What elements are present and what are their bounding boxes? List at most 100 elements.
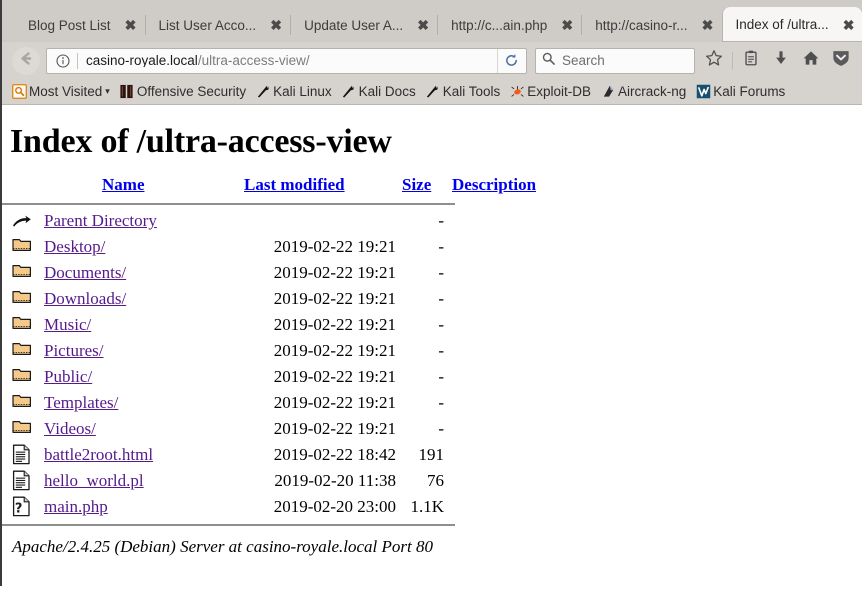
link-documents[interactable]: Documents/: [44, 263, 126, 282]
row-desc-cell: [448, 286, 536, 312]
tab-list-user-accounts[interactable]: List User Acco... ✖: [144, 8, 291, 42]
sort-by-description-link[interactable]: Description: [452, 175, 536, 194]
tab-close-icon[interactable]: ✖: [698, 15, 718, 35]
sort-by-name-link[interactable]: Name: [102, 175, 144, 194]
row-desc-cell: [448, 390, 536, 416]
link-public[interactable]: Public/: [44, 367, 92, 386]
row-name-cell[interactable]: main.php: [44, 494, 234, 520]
bookmark-label: Aircrack-ng: [618, 84, 687, 99]
row-desc-cell: [448, 234, 536, 260]
link-templates[interactable]: Templates/: [44, 393, 118, 412]
page-actions-menu-button[interactable]: [826, 46, 856, 76]
tab-label: http://c...ain.php: [451, 17, 548, 33]
sort-by-date-link[interactable]: Last modified: [244, 175, 345, 194]
table-row[interactable]: Templates/ 2019-02-22 19:21 -: [2, 390, 536, 416]
tab-close-icon[interactable]: ✖: [557, 15, 577, 35]
table-header-row: Name Last modified Size Description: [2, 175, 536, 199]
chevron-down-shield-icon: [831, 48, 851, 73]
table-row[interactable]: Pictures/ 2019-02-22 19:21 -: [2, 338, 536, 364]
link-downloads[interactable]: Downloads/: [44, 289, 126, 308]
footer-divider: [2, 523, 455, 526]
link-main-php[interactable]: main.php: [44, 497, 108, 516]
table-row[interactable]: ? main.php 2019-02-20 23:00 1.1K: [2, 494, 536, 520]
row-name-cell[interactable]: Music/: [44, 312, 234, 338]
link-parent-directory[interactable]: Parent Directory: [44, 211, 157, 230]
tab-close-icon[interactable]: ✖: [413, 15, 433, 35]
table-row[interactable]: Parent Directory -: [2, 208, 536, 234]
table-row[interactable]: battle2root.html 2019-02-22 18:42 191: [2, 442, 536, 468]
link-music[interactable]: Music/: [44, 315, 91, 334]
tab-index-of-ultra[interactable]: Index of /ultra... ✖: [721, 7, 862, 42]
bookmark-offensive-security[interactable]: Offensive Security: [119, 84, 246, 100]
row-name-cell[interactable]: Parent Directory: [44, 208, 234, 234]
row-size-cell: -: [438, 237, 444, 256]
header-description[interactable]: Description: [448, 175, 536, 199]
downloads-button[interactable]: [766, 46, 796, 76]
link-videos[interactable]: Videos/: [44, 419, 96, 438]
link-desktop[interactable]: Desktop/: [44, 237, 105, 256]
row-name-cell[interactable]: battle2root.html: [44, 442, 234, 468]
bookmark-kali-docs[interactable]: Kali Docs: [341, 84, 416, 100]
link-battle2root-html[interactable]: battle2root.html: [44, 445, 153, 464]
address-bar[interactable]: casino-royale.local/ultra-access-view/: [46, 47, 527, 74]
tab-close-icon[interactable]: ✖: [121, 15, 141, 35]
header-name[interactable]: Name: [44, 175, 234, 199]
bookmark-kali-linux[interactable]: Kali Linux: [255, 84, 332, 100]
library-button[interactable]: [736, 46, 766, 76]
home-button[interactable]: [796, 46, 826, 76]
search-bar[interactable]: Search: [535, 47, 695, 74]
table-row[interactable]: Music/ 2019-02-22 19:21 -: [2, 312, 536, 338]
search-input[interactable]: Search: [562, 53, 605, 68]
tab-label: Blog Post List: [28, 17, 111, 33]
row-name-cell[interactable]: Public/: [44, 364, 234, 390]
tab-close-icon[interactable]: ✖: [266, 15, 286, 35]
directory-index-table: Name Last modified Size Description Pare…: [2, 175, 536, 529]
row-date-cell: [234, 208, 400, 234]
row-name-cell[interactable]: Videos/: [44, 416, 234, 442]
tab-close-icon[interactable]: ✖: [839, 15, 859, 35]
bookmark-most-visited[interactable]: Most Visited ▾: [11, 84, 110, 100]
table-row[interactable]: Public/ 2019-02-22 19:21 -: [2, 364, 536, 390]
row-size-cell: -: [438, 393, 444, 412]
bookmark-aircrack-ng[interactable]: Aircrack-ng: [600, 84, 686, 100]
bookmark-exploit-db[interactable]: Exploit-DB: [509, 84, 591, 100]
row-icon-cell: [2, 234, 44, 260]
tab-main-php[interactable]: http://c...ain.php ✖: [437, 8, 581, 42]
bookmark-kali-forums[interactable]: Kali Forums: [695, 84, 785, 100]
tab-update-user-account[interactable]: Update User A... ✖: [290, 8, 437, 42]
row-name-cell[interactable]: Desktop/: [44, 234, 234, 260]
bookmark-star-button[interactable]: [699, 46, 729, 76]
link-pictures[interactable]: Pictures/: [44, 341, 104, 360]
tab-blog-post-list[interactable]: Blog Post List ✖: [14, 8, 145, 42]
row-name-cell[interactable]: Downloads/: [44, 286, 234, 312]
tab-label: List User Acco...: [158, 17, 257, 33]
table-row[interactable]: hello_world.pl 2019-02-20 11:38 76: [2, 468, 536, 494]
row-icon-cell: [2, 468, 44, 494]
header-divider-row: [2, 199, 536, 208]
header-last-modified[interactable]: Last modified: [234, 175, 400, 199]
row-name-cell[interactable]: Pictures/: [44, 338, 234, 364]
row-name-cell[interactable]: hello_world.pl: [44, 468, 234, 494]
bookmark-kali-tools[interactable]: Kali Tools: [425, 84, 500, 100]
kali-dragon-icon: [425, 84, 441, 100]
svg-text:?: ?: [15, 501, 23, 516]
kali-forums-icon: [695, 84, 711, 100]
sort-by-size-link[interactable]: Size: [402, 175, 431, 194]
row-name-cell[interactable]: Templates/: [44, 390, 234, 416]
tab-casino-royale[interactable]: http://casino-r... ✖: [581, 8, 721, 42]
link-hello-world-pl[interactable]: hello_world.pl: [44, 471, 144, 490]
header-icon-cell: [2, 175, 44, 199]
tab-label: Index of /ultra...: [735, 17, 829, 32]
footer-divider-cell: [2, 520, 536, 529]
address-path: /ultra-access-view/: [197, 53, 310, 68]
row-name-cell[interactable]: Documents/: [44, 260, 234, 286]
table-row[interactable]: Desktop/ 2019-02-22 19:21 -: [2, 234, 536, 260]
back-button[interactable]: [12, 46, 40, 75]
table-row[interactable]: Downloads/ 2019-02-22 19:21 -: [2, 286, 536, 312]
reload-icon[interactable]: [497, 48, 524, 73]
table-row[interactable]: Videos/ 2019-02-22 19:21 -: [2, 416, 536, 442]
table-row[interactable]: Documents/ 2019-02-22 19:21 -: [2, 260, 536, 286]
header-size[interactable]: Size: [400, 175, 448, 199]
info-circle-icon[interactable]: [53, 51, 73, 71]
row-icon-cell: [2, 312, 44, 338]
